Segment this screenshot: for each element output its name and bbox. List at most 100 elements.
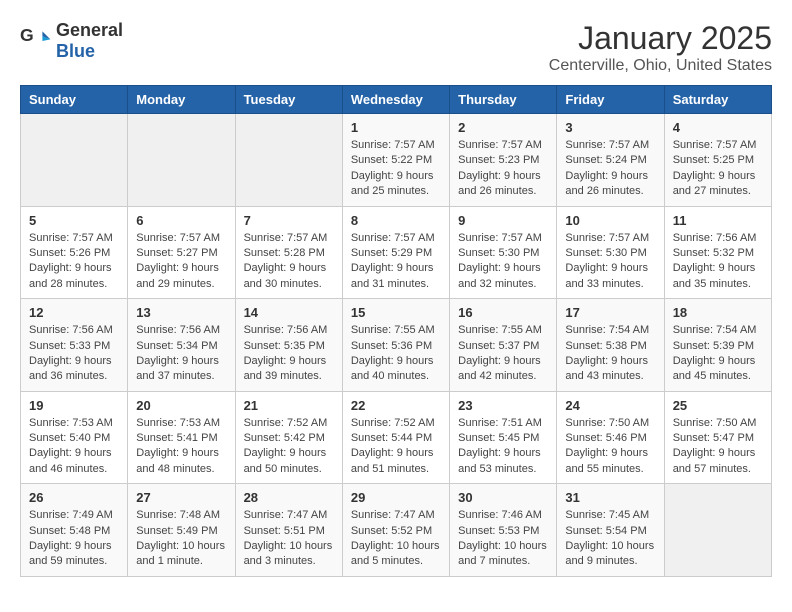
day-number: 26 — [29, 490, 119, 505]
day-number: 9 — [458, 213, 548, 228]
day-info: Sunrise: 7:55 AMSunset: 5:36 PMDaylight:… — [351, 323, 441, 385]
calendar-cell: 30 Sunrise: 7:46 AMSunset: 5:53 PMDayligh… — [450, 484, 557, 577]
day-info: Sunrise: 7:57 AMSunset: 5:27 PMDaylight:… — [136, 231, 226, 293]
day-number: 11 — [673, 213, 763, 228]
day-info: Sunrise: 7:57 AMSunset: 5:29 PMDaylight:… — [351, 231, 441, 293]
calendar-cell: 18 Sunrise: 7:54 AMSunset: 5:39 PMDayligh… — [664, 299, 771, 392]
location-title: Centerville, Ohio, United States — [549, 57, 772, 75]
calendar-cell: 29Sunrise: 7:47 AMSunset: 5:52 PMDayligh… — [342, 484, 449, 577]
calendar-cell: 1Sunrise: 7:57 AMSunset: 5:22 PMDaylight… — [342, 114, 449, 207]
day-header-monday: Monday — [128, 86, 235, 114]
calendar-cell: 5Sunrise: 7:57 AMSunset: 5:26 PMDaylight… — [21, 206, 128, 299]
calendar-cell: 20Sunrise: 7:53 AMSunset: 5:41 PMDayligh… — [128, 391, 235, 484]
day-number: 3 — [565, 120, 655, 135]
day-number: 19 — [29, 398, 119, 413]
title-block: January 2025 Centerville, Ohio, United S… — [549, 20, 772, 75]
day-info: Sunrise: 7:56 AMSunset: 5:34 PMDaylight:… — [136, 323, 226, 385]
day-number: 13 — [136, 305, 226, 320]
day-header-friday: Friday — [557, 86, 664, 114]
day-number: 16 — [458, 305, 548, 320]
day-number: 31 — [565, 490, 655, 505]
day-info: Sunrise: 7:49 AMSunset: 5:48 PMDaylight:… — [29, 508, 119, 570]
day-number: 12 — [29, 305, 119, 320]
day-info: Sunrise: 7:54 AMSunset: 5:39 PMDaylight:… — [673, 323, 763, 385]
day-number: 10 — [565, 213, 655, 228]
calendar-cell: 9 Sunrise: 7:57 AMSunset: 5:30 PMDaylight… — [450, 206, 557, 299]
day-number: 14 — [244, 305, 334, 320]
day-info: Sunrise: 7:56 AMSunset: 5:35 PMDaylight:… — [244, 323, 334, 385]
day-info: Sunrise: 7:57 AMSunset: 5:30 PMDaylight:… — [458, 231, 548, 293]
calendar-cell: 11 Sunrise: 7:56 AMSunset: 5:32 PMDayligh… — [664, 206, 771, 299]
calendar-cell: 19Sunrise: 7:53 AMSunset: 5:40 PMDayligh… — [21, 391, 128, 484]
day-number: 29 — [351, 490, 441, 505]
calendar-cell — [21, 114, 128, 207]
day-number: 18 — [673, 305, 763, 320]
week-row-4: 26 Sunrise: 7:49 AMSunset: 5:48 PMDayligh… — [21, 484, 772, 577]
calendar-cell: 12 Sunrise: 7:56 AMSunset: 5:33 PMDayligh… — [21, 299, 128, 392]
day-info: Sunrise: 7:54 AMSunset: 5:38 PMDaylight:… — [565, 323, 655, 385]
calendar-cell: 27Sunrise: 7:48 AMSunset: 5:49 PMDayligh… — [128, 484, 235, 577]
calendar-cell: 24 Sunrise: 7:50 AMSunset: 5:46 PMDayligh… — [557, 391, 664, 484]
day-number: 20 — [136, 398, 226, 413]
day-header-wednesday: Wednesday — [342, 86, 449, 114]
day-header-saturday: Saturday — [664, 86, 771, 114]
calendar-body: 1Sunrise: 7:57 AMSunset: 5:22 PMDaylight… — [21, 114, 772, 577]
day-info: Sunrise: 7:56 AMSunset: 5:33 PMDaylight:… — [29, 323, 119, 385]
day-info: Sunrise: 7:57 AMSunset: 5:24 PMDaylight:… — [565, 138, 655, 200]
day-info: Sunrise: 7:56 AMSunset: 5:32 PMDaylight:… — [673, 231, 763, 293]
logo-general-text: General — [56, 20, 123, 40]
svg-text:G: G — [20, 25, 34, 45]
day-number: 1 — [351, 120, 441, 135]
calendar-cell: 14 Sunrise: 7:56 AMSunset: 5:35 PMDayligh… — [235, 299, 342, 392]
day-header-thursday: Thursday — [450, 86, 557, 114]
page-header: G General Blue January 2025 Centerville,… — [20, 20, 772, 75]
calendar-cell: 25Sunrise: 7:50 AMSunset: 5:47 PMDayligh… — [664, 391, 771, 484]
calendar-cell: 8 Sunrise: 7:57 AMSunset: 5:29 PMDaylight… — [342, 206, 449, 299]
day-info: Sunrise: 7:50 AMSunset: 5:46 PMDaylight:… — [565, 416, 655, 478]
day-number: 23 — [458, 398, 548, 413]
calendar-cell: 26 Sunrise: 7:49 AMSunset: 5:48 PMDayligh… — [21, 484, 128, 577]
logo-blue-text: Blue — [56, 41, 95, 61]
day-number: 6 — [136, 213, 226, 228]
week-row-0: 1Sunrise: 7:57 AMSunset: 5:22 PMDaylight… — [21, 114, 772, 207]
day-info: Sunrise: 7:51 AMSunset: 5:45 PMDaylight:… — [458, 416, 548, 478]
calendar-cell: 6 Sunrise: 7:57 AMSunset: 5:27 PMDaylight… — [128, 206, 235, 299]
day-info: Sunrise: 7:48 AMSunset: 5:49 PMDaylight:… — [136, 508, 226, 570]
day-number: 17 — [565, 305, 655, 320]
day-info: Sunrise: 7:57 AMSunset: 5:23 PMDaylight:… — [458, 138, 548, 200]
calendar-cell: 28Sunrise: 7:47 AMSunset: 5:51 PMDayligh… — [235, 484, 342, 577]
day-header-tuesday: Tuesday — [235, 86, 342, 114]
day-number: 21 — [244, 398, 334, 413]
day-number: 2 — [458, 120, 548, 135]
day-number: 22 — [351, 398, 441, 413]
day-header-sunday: Sunday — [21, 86, 128, 114]
day-info: Sunrise: 7:57 AMSunset: 5:30 PMDaylight:… — [565, 231, 655, 293]
calendar-cell: 15 Sunrise: 7:55 AMSunset: 5:36 PMDayligh… — [342, 299, 449, 392]
calendar-cell: 17 Sunrise: 7:54 AMSunset: 5:38 PMDayligh… — [557, 299, 664, 392]
day-number: 24 — [565, 398, 655, 413]
day-number: 7 — [244, 213, 334, 228]
day-header-row: SundayMondayTuesdayWednesdayThursdayFrid… — [21, 86, 772, 114]
day-info: Sunrise: 7:46 AMSunset: 5:53 PMDaylight:… — [458, 508, 548, 570]
day-number: 4 — [673, 120, 763, 135]
day-info: Sunrise: 7:55 AMSunset: 5:37 PMDaylight:… — [458, 323, 548, 385]
calendar-cell: 13 Sunrise: 7:56 AMSunset: 5:34 PMDayligh… — [128, 299, 235, 392]
calendar-cell: 31Sunrise: 7:45 AMSunset: 5:54 PMDayligh… — [557, 484, 664, 577]
day-info: Sunrise: 7:57 AMSunset: 5:28 PMDaylight:… — [244, 231, 334, 293]
day-info: Sunrise: 7:57 AMSunset: 5:25 PMDaylight:… — [673, 138, 763, 200]
day-number: 30 — [458, 490, 548, 505]
calendar-cell: 7 Sunrise: 7:57 AMSunset: 5:28 PMDaylight… — [235, 206, 342, 299]
calendar-cell: 4 Sunrise: 7:57 AMSunset: 5:25 PMDaylight… — [664, 114, 771, 207]
day-number: 15 — [351, 305, 441, 320]
calendar-table: SundayMondayTuesdayWednesdayThursdayFrid… — [20, 85, 772, 577]
day-info: Sunrise: 7:52 AMSunset: 5:42 PMDaylight:… — [244, 416, 334, 478]
month-title: January 2025 — [549, 20, 772, 57]
day-number: 8 — [351, 213, 441, 228]
calendar-cell: 2 Sunrise: 7:57 AMSunset: 5:23 PMDaylight… — [450, 114, 557, 207]
calendar-cell: 16 Sunrise: 7:55 AMSunset: 5:37 PMDayligh… — [450, 299, 557, 392]
day-info: Sunrise: 7:47 AMSunset: 5:51 PMDaylight:… — [244, 508, 334, 570]
logo-icon: G — [20, 25, 52, 57]
day-info: Sunrise: 7:57 AMSunset: 5:26 PMDaylight:… — [29, 231, 119, 293]
calendar-cell: 21 Sunrise: 7:52 AMSunset: 5:42 PMDayligh… — [235, 391, 342, 484]
week-row-3: 19Sunrise: 7:53 AMSunset: 5:40 PMDayligh… — [21, 391, 772, 484]
